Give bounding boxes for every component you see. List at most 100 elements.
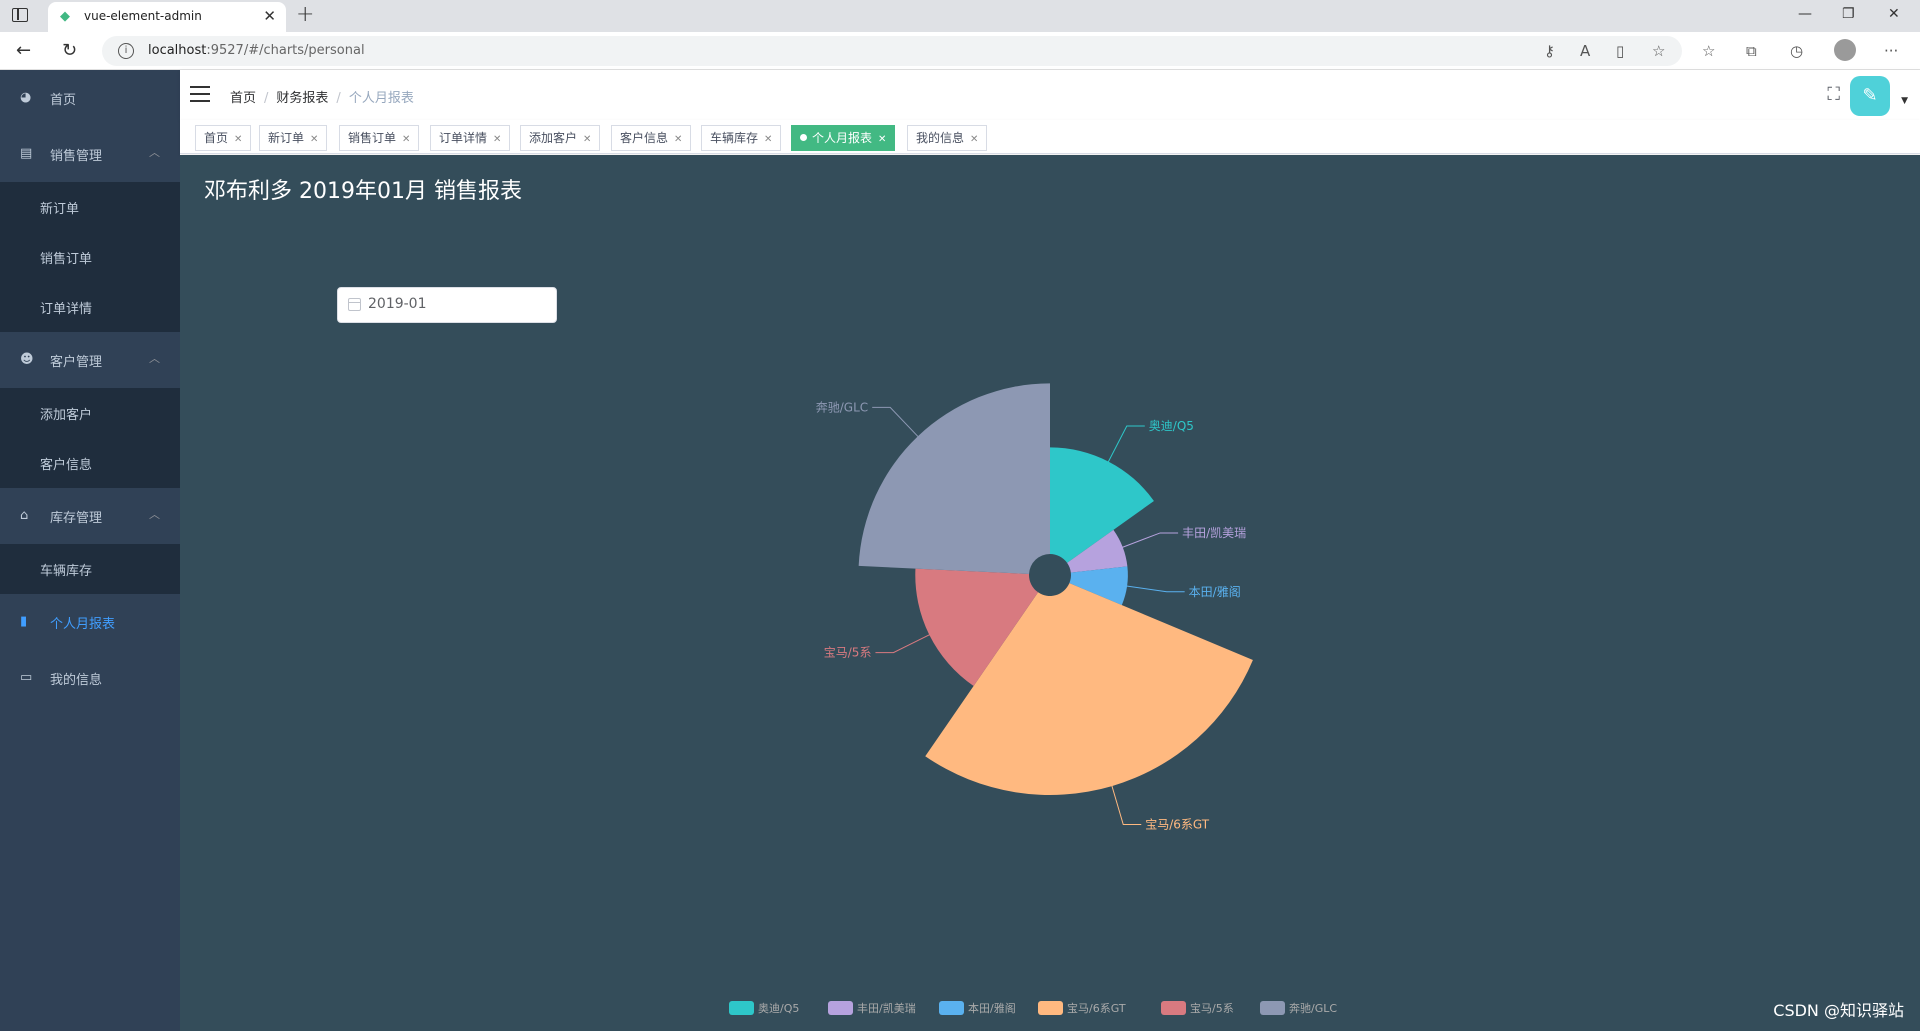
chevron-up-icon: ︿ [149,146,160,159]
legend-label: 宝马/6系GT [1067,1001,1126,1015]
legend-swatch [1161,1001,1186,1015]
slice-label: 奔驰/GLC [816,400,868,414]
sidebar-item-inventory[interactable]: ⌂ 库存管理 ︿ [0,488,180,544]
breadcrumb-home[interactable]: 首页 [230,91,256,106]
legend-label: 丰田/凯美瑞 [857,1001,916,1015]
tags-view: 首页 ✕ 新订单 ✕ 销售订单 ✕ 订单详情 ✕ 添加客户 ✕ 客户信息 ✕ 车辆库存 ✕ 个… [180,120,1920,154]
reader-view-icon[interactable]: ▯ [1616,42,1624,60]
month-picker[interactable]: 2019-01 [337,287,557,323]
sidebar-item-label: 库存管理 [50,511,103,526]
sidebar-item-monthly-report[interactable]: ▮ 个人月报表 [0,594,180,650]
legend-item[interactable]: 宝马/6系GT [1038,1001,1126,1015]
more-icon[interactable]: ··· [1884,42,1898,60]
sidebar-item-sales-orders[interactable]: 销售订单 [0,232,180,282]
watermark: CSDN @知识驿站 [1773,1001,1904,1020]
tag-customer-info[interactable]: 客户信息 ✕ [611,125,692,151]
favorite-add-icon[interactable]: ☆ [1652,42,1665,60]
close-icon[interactable]: ✕ [764,134,772,145]
tag-home[interactable]: 首页 ✕ [195,125,252,151]
sidebar-item-order-detail[interactable]: 订单详情 [0,282,180,332]
sidebar-item-label: 销售订单 [40,252,93,267]
restore-icon[interactable]: ❐ [1842,6,1855,22]
browser-tab[interactable]: ◆ vue-element-admin ✕ [48,2,286,32]
chevron-up-icon: ︿ [149,508,160,521]
back-icon[interactable]: ← [16,40,31,61]
active-dot-icon [800,134,807,141]
slice-label: 宝马/6系GT [1145,817,1210,831]
close-tab-icon[interactable]: ✕ [263,7,276,25]
legend-swatch [1038,1001,1063,1015]
close-icon[interactable]: ✕ [234,134,242,145]
sidebar-item-home[interactable]: ◕ 首页 [0,70,180,126]
sidebar-item-new-order[interactable]: 新订单 [0,182,180,232]
legend-item[interactable]: 本田/雅阁 [939,1001,1016,1015]
dashboard-icon: ◕ [20,90,32,105]
submenu-customers: 添加客户 客户信息 [0,388,180,488]
tag-label: 客户信息 [620,131,669,145]
rose-slice[interactable] [858,383,1050,575]
key-icon[interactable]: ⚷ [1544,42,1555,60]
breadcrumb-finance[interactable]: 财务报表 [276,91,328,106]
caret-down-icon[interactable]: ▼ [1901,96,1908,106]
history-icon[interactable]: ◷ [1790,42,1803,60]
url-path: :9527/#/charts/personal [206,43,365,58]
breadcrumb-current: 个人月报表 [348,91,414,106]
submenu-sales: 新订单 销售订单 订单详情 [0,182,180,332]
label-leader-line [875,631,935,654]
chevron-up-icon: ︿ [149,352,160,365]
tag-add-customer[interactable]: 添加客户 ✕ [520,125,601,151]
sidebar-item-customers[interactable]: ☻ 客户管理 ︿ [0,332,180,388]
read-aloud-icon[interactable]: A [1580,42,1590,60]
navbar: 首页 / 财务报表 / 个人月报表 ⛶ ✎ ▼ [180,70,1920,120]
sidebar-item-vehicle-stock[interactable]: 车辆库存 [0,544,180,594]
close-icon[interactable]: ✕ [402,134,410,145]
legend-swatch [1260,1001,1285,1015]
tag-vehicle-stock[interactable]: 车辆库存 ✕ [701,125,782,151]
tag-label: 订单详情 [439,131,488,145]
window-menu-icon[interactable] [12,8,28,22]
close-icon[interactable]: ✕ [674,134,682,145]
legend-item[interactable]: 丰田/凯美瑞 [828,1001,916,1015]
url-field[interactable]: i localhost:9527/#/charts/personal [102,36,1682,66]
close-icon[interactable]: ✕ [878,134,886,145]
close-window-icon[interactable]: ✕ [1888,6,1900,22]
sidebar-item-add-customer[interactable]: 添加客户 [0,388,180,438]
profile-avatar[interactable] [1834,39,1856,61]
slice-label: 本田/雅阁 [1189,584,1241,599]
user-avatar[interactable]: ✎ [1850,76,1890,116]
legend-swatch [729,1001,754,1015]
close-icon[interactable]: ✕ [310,134,318,145]
reload-icon[interactable]: ↻ [62,40,77,61]
hamburger-icon[interactable] [190,86,210,102]
close-icon[interactable]: ✕ [583,134,591,145]
sidebar-item-sales[interactable]: ▤ 销售管理 ︿ [0,126,180,182]
month-picker-value: 2019-01 [368,296,427,312]
favorites-icon[interactable]: ☆ [1702,42,1715,60]
submenu-inventory: 车辆库存 [0,544,180,594]
legend-item[interactable]: 奔驰/GLC [1260,1001,1337,1015]
legend-item[interactable]: 奥迪/Q5 [729,1001,799,1015]
sidebar-item-my-info[interactable]: ▭ 我的信息 [0,650,180,706]
fullscreen-icon[interactable]: ⛶ [1827,84,1840,105]
tag-monthly-report[interactable]: 个人月报表 ✕ [791,125,896,151]
collections-icon[interactable]: ⧉ [1746,42,1757,60]
sidebar-item-label: 销售管理 [50,149,103,164]
new-tab-icon[interactable]: + [296,2,314,27]
site-info-icon[interactable]: i [118,43,134,59]
sidebar-item-label: 我的信息 [50,673,103,688]
close-icon[interactable]: ✕ [970,134,978,145]
tag-sales-orders[interactable]: 销售订单 ✕ [339,125,420,151]
chart-icon: ▮ [20,614,28,629]
legend-label: 本田/雅阁 [968,1001,1016,1015]
minimize-icon[interactable]: — [1798,6,1812,22]
label-leader-line [872,406,923,442]
tag-order-detail[interactable]: 订单详情 ✕ [430,125,511,151]
close-icon[interactable]: ✕ [493,134,501,145]
legend-item[interactable]: 宝马/5系 [1161,1001,1234,1015]
sidebar-item-customer-info[interactable]: 客户信息 [0,438,180,488]
sidebar: ◕ 首页 ▤ 销售管理 ︿ 新订单 销售订单 订单详情 ☻ 客户管理 ︿ 添加客… [0,70,180,1031]
sidebar-item-label: 添加客户 [40,408,93,423]
tag-my-info[interactable]: 我的信息 ✕ [907,125,988,151]
tag-label: 销售订单 [348,131,397,145]
tag-new-order[interactable]: 新订单 ✕ [259,125,328,151]
